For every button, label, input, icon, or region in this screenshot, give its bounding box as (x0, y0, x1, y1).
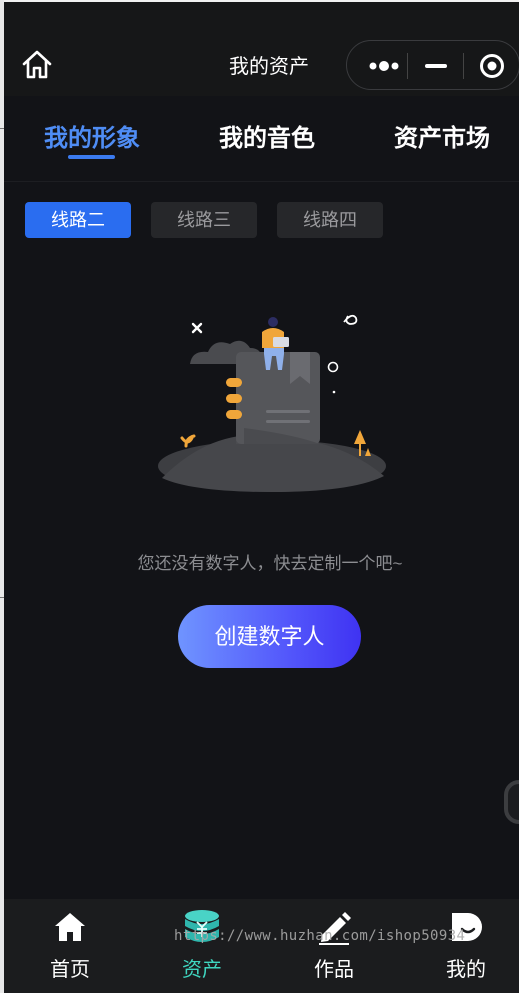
line-option-2[interactable]: 线路二 (25, 202, 131, 238)
page-title: 我的资产 (229, 56, 309, 78)
more-icon[interactable] (367, 58, 407, 74)
capsule-menu (346, 40, 519, 90)
line-option-3[interactable]: 线路三 (151, 202, 257, 238)
nav-home-label: 首页 (50, 959, 90, 981)
minimize-icon[interactable] (425, 64, 447, 68)
nav-assets[interactable]: 资产 (147, 899, 257, 993)
capsule-divider (407, 53, 408, 79)
nav-assets-label: 资产 (182, 959, 222, 981)
line-option-4[interactable]: 线路四 (277, 202, 383, 238)
active-tab-indicator (68, 155, 115, 159)
empty-state-illustration (152, 308, 387, 496)
title-bar: 我的资产 (4, 2, 519, 96)
empty-state-message: 您还没有数字人，快去定制一个吧~ (137, 554, 403, 573)
tab-asset-market[interactable]: 资产市场 (394, 118, 490, 153)
nav-works-label: 作品 (314, 959, 354, 981)
create-digital-human-button[interactable]: 创建数字人 (178, 605, 361, 668)
nav-mine[interactable]: 我的 (411, 899, 519, 993)
close-target-icon[interactable] (479, 53, 505, 79)
floating-assist-button[interactable] (504, 780, 519, 824)
capsule-divider (463, 53, 464, 79)
home-icon[interactable] (20, 48, 54, 82)
bottom-tab-bar: 首页 资产 作品 我的 (4, 899, 519, 993)
watermark-text: https://www.huzhan.com/ishop50934 (174, 928, 466, 944)
nav-home[interactable]: 首页 (15, 899, 125, 993)
home-icon (52, 909, 88, 945)
nav-works[interactable]: 作品 (279, 899, 389, 993)
nav-mine-label: 我的 (446, 959, 486, 981)
mini-program-window: 我的资产 我的形象 我的音色 资产市场 线路二 线路三 线路四 您还没有数字人，… (4, 2, 519, 993)
tab-my-avatar[interactable]: 我的形象 (44, 118, 140, 153)
asset-tabs: 我的形象 我的音色 资产市场 (4, 96, 519, 182)
tab-my-voice[interactable]: 我的音色 (219, 118, 315, 153)
